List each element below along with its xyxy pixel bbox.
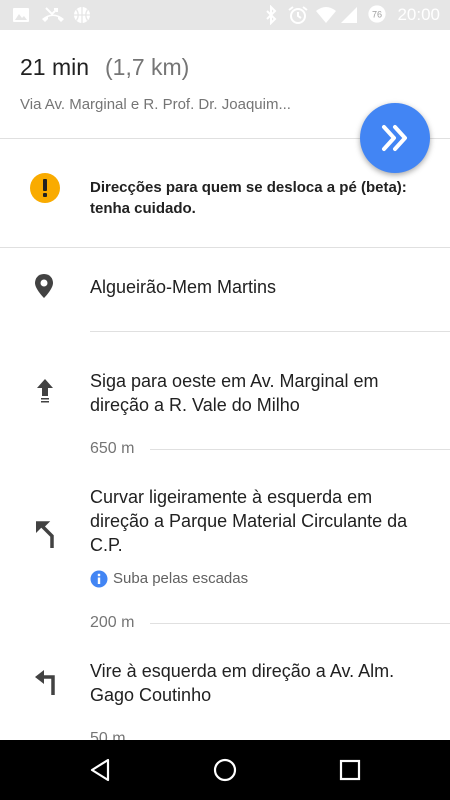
turn-left-icon [35,670,55,695]
step-distance: 650 m [90,440,135,457]
step-note-text: Suba pelas escadas [113,570,249,587]
back-icon[interactable] [86,755,116,785]
basketball-icon [74,7,90,23]
origin-label: Algueirão-Mem Martins [90,277,277,297]
clock: 20:00 [397,5,440,24]
warning-icon [30,173,60,203]
image-icon [13,8,29,22]
info-icon [90,570,108,588]
warning-text: Direcções para quem se desloca a pé (bet… [90,179,407,217]
missed-call-icon [42,7,64,22]
status-bar: 76 20:00 [0,0,450,30]
divider [90,331,450,332]
wifi-icon [316,7,336,23]
step-instruction: Vire à esquerda em direção a Av. Alm. Ga… [90,661,395,705]
route-via: Via Av. Marginal e R. Prof. Dr. Joaquim.… [20,96,291,113]
divider [150,623,450,624]
alarm-icon [288,6,308,24]
bluetooth-icon [266,5,277,25]
recents-icon[interactable] [335,755,365,785]
divider [150,449,450,450]
navigation-bar [0,740,450,800]
route-duration: 21 min [20,54,90,80]
battery-level: 76 [372,10,382,20]
battery-icon: 76 [368,5,386,23]
route-distance: (1,7 km) [105,54,190,80]
slight-left-icon [36,521,54,548]
straight-arrow-icon [37,379,53,403]
signal-icon [341,7,357,23]
home-icon[interactable] [210,755,240,785]
place-pin-icon [35,274,53,298]
step-instruction: Curvar ligeiramente à esquerda em direçã… [90,487,408,555]
walking-beta-warning: Direcções para quem se desloca a pé (bet… [0,140,450,248]
step-distance: 200 m [90,614,135,631]
step-instruction: Siga para oeste em Av. Marginal em direç… [90,371,379,415]
